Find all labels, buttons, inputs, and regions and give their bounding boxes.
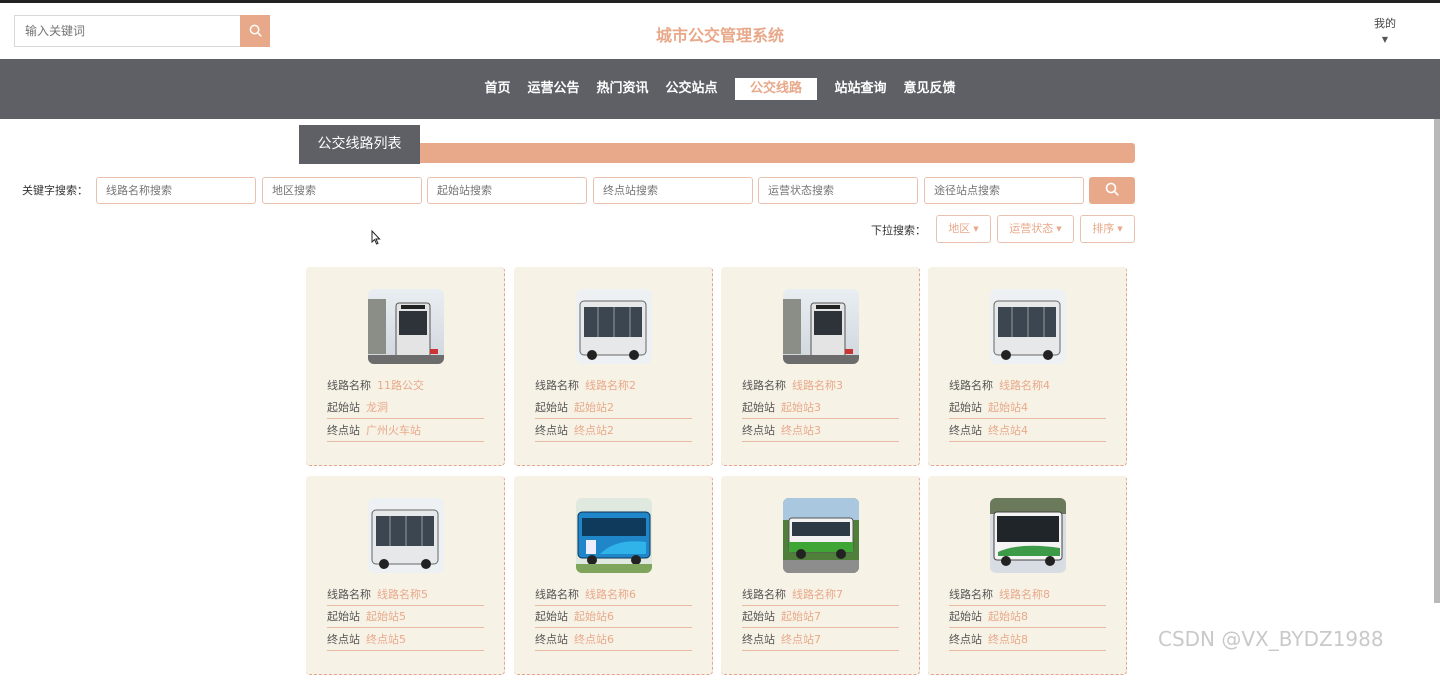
end-stop-search-input[interactable] xyxy=(593,177,753,204)
status-dropdown[interactable]: 运营状态 ▼ xyxy=(997,215,1074,243)
card-start-row: 起始站 龙洞 xyxy=(327,398,484,419)
keyword-search-label: 关键字搜索： xyxy=(22,184,88,197)
card-start-row: 起始站 起始站8 xyxy=(949,607,1106,628)
sort-dropdown-label: 排序 xyxy=(1092,222,1115,235)
section-title: 公交线路列表 xyxy=(299,125,420,164)
bus-line-card[interactable]: 线路名称 线路名称8 起始站 起始站8 终点站 终点站8 xyxy=(928,476,1127,675)
via-stops-search-input[interactable] xyxy=(924,177,1084,204)
section-title-bar xyxy=(420,143,1135,163)
card-line-name-row: 线路名称 线路名称8 xyxy=(949,585,1106,606)
status-dropdown-label: 运营状态 xyxy=(1009,222,1054,235)
mouse-cursor-icon xyxy=(371,229,381,250)
bus-line-card[interactable]: 线路名称 线路名称4 起始站 起始站4 终点站 终点站4 xyxy=(928,267,1127,466)
region-dropdown-label: 地区 xyxy=(948,222,971,235)
card-end-row: 终点站 广州火车站 xyxy=(327,421,484,442)
nav-item-stop-query[interactable]: 站站查询 xyxy=(827,78,895,100)
card-start-row: 起始站 起始站4 xyxy=(949,398,1106,419)
line-name-search-input[interactable] xyxy=(96,177,256,204)
user-menu-label: 我的 xyxy=(1374,17,1396,30)
card-start-row: 起始站 起始站3 xyxy=(742,398,899,419)
region-search-input[interactable] xyxy=(262,177,422,204)
bus-line-card[interactable]: 线路名称 线路名称5 起始站 起始站5 终点站 终点站5 xyxy=(306,476,505,675)
start-stop-search-input[interactable] xyxy=(427,177,587,204)
card-end-row: 终点站 终点站5 xyxy=(327,630,484,651)
watermark: CSDN @VX_BYDZ1988 xyxy=(1158,627,1384,651)
dropdown-search-label: 下拉搜索： xyxy=(871,224,926,237)
caret-down-icon: ▼ xyxy=(973,225,979,233)
main-nav: 首页 运营公告 热门资讯 公交站点 公交线路 站站查询 意见反馈 xyxy=(0,59,1440,119)
card-line-name-row: 线路名称 线路名称3 xyxy=(742,379,843,392)
card-end-row: 终点站 终点站7 xyxy=(742,630,899,651)
nav-item-bus-stops[interactable]: 公交站点 xyxy=(657,78,725,100)
keyword-search-button[interactable] xyxy=(1089,177,1135,204)
card-end-row: 终点站 终点站3 xyxy=(742,421,899,442)
card-end-row: 终点站 终点站4 xyxy=(949,421,1106,442)
card-end-row: 终点站 终点站6 xyxy=(535,630,692,651)
card-start-row: 起始站 起始站6 xyxy=(535,607,692,628)
region-dropdown[interactable]: 地区 ▼ xyxy=(936,215,991,243)
bus-line-card[interactable]: 线路名称 11路公交 起始站 龙洞 终点站 广州火车站 xyxy=(306,267,505,466)
bus-line-image xyxy=(368,498,444,573)
card-end-row: 终点站 终点站2 xyxy=(535,421,692,442)
site-header: 城市公交管理系统 我的 ▼ xyxy=(0,3,1440,59)
bus-line-image xyxy=(990,498,1066,573)
search-icon xyxy=(1105,181,1119,200)
bus-line-image xyxy=(783,498,859,573)
bus-line-image xyxy=(368,289,444,364)
caret-down-icon: ▼ xyxy=(1381,35,1389,44)
nav-item-home[interactable]: 首页 xyxy=(476,78,518,100)
card-line-name-row: 线路名称 线路名称7 xyxy=(742,585,899,606)
nav-item-bus-lines[interactable]: 公交线路 xyxy=(735,78,818,100)
card-start-row: 起始站 起始站7 xyxy=(742,607,899,628)
card-start-row: 起始站 起始站2 xyxy=(535,398,692,419)
bus-line-image xyxy=(783,289,859,364)
caret-down-icon: ▼ xyxy=(1117,225,1123,233)
card-end-row: 终点站 终点站8 xyxy=(949,630,1106,651)
card-line-name-row: 线路名称 线路名称4 xyxy=(949,379,1050,392)
user-menu[interactable]: 我的 ▼ xyxy=(1360,15,1410,44)
card-line-name-row: 线路名称 线路名称2 xyxy=(535,379,636,392)
nav-item-feedback[interactable]: 意见反馈 xyxy=(896,78,964,100)
nav-item-news[interactable]: 热门资讯 xyxy=(588,78,656,100)
bus-line-image xyxy=(990,289,1066,364)
card-line-name-row: 线路名称 线路名称5 xyxy=(327,585,484,606)
bus-line-image xyxy=(576,289,652,364)
sort-dropdown[interactable]: 排序 ▼ xyxy=(1080,215,1135,243)
status-search-input[interactable] xyxy=(758,177,918,204)
nav-items: 首页 运营公告 热门资讯 公交站点 公交线路 站站查询 意见反馈 xyxy=(0,78,1440,100)
site-title: 城市公交管理系统 xyxy=(655,26,784,45)
bus-line-card[interactable]: 线路名称 线路名称2 起始站 起始站2 终点站 终点站2 xyxy=(514,267,713,466)
card-line-name-row: 线路名称 线路名称6 xyxy=(535,585,692,606)
bus-line-image xyxy=(576,498,652,573)
card-start-row: 起始站 起始站5 xyxy=(327,607,484,628)
bus-line-card[interactable]: 线路名称 线路名称7 起始站 起始站7 终点站 终点站7 xyxy=(721,476,920,675)
card-line-name-row: 线路名称 11路公交 xyxy=(327,379,424,392)
bus-line-card[interactable]: 线路名称 线路名称3 起始站 起始站3 终点站 终点站3 xyxy=(721,267,920,466)
nav-item-announcements[interactable]: 运营公告 xyxy=(519,78,587,100)
caret-down-icon: ▼ xyxy=(1056,225,1062,233)
bus-line-card[interactable]: 线路名称 线路名称6 起始站 起始站6 终点站 终点站6 xyxy=(514,476,713,675)
